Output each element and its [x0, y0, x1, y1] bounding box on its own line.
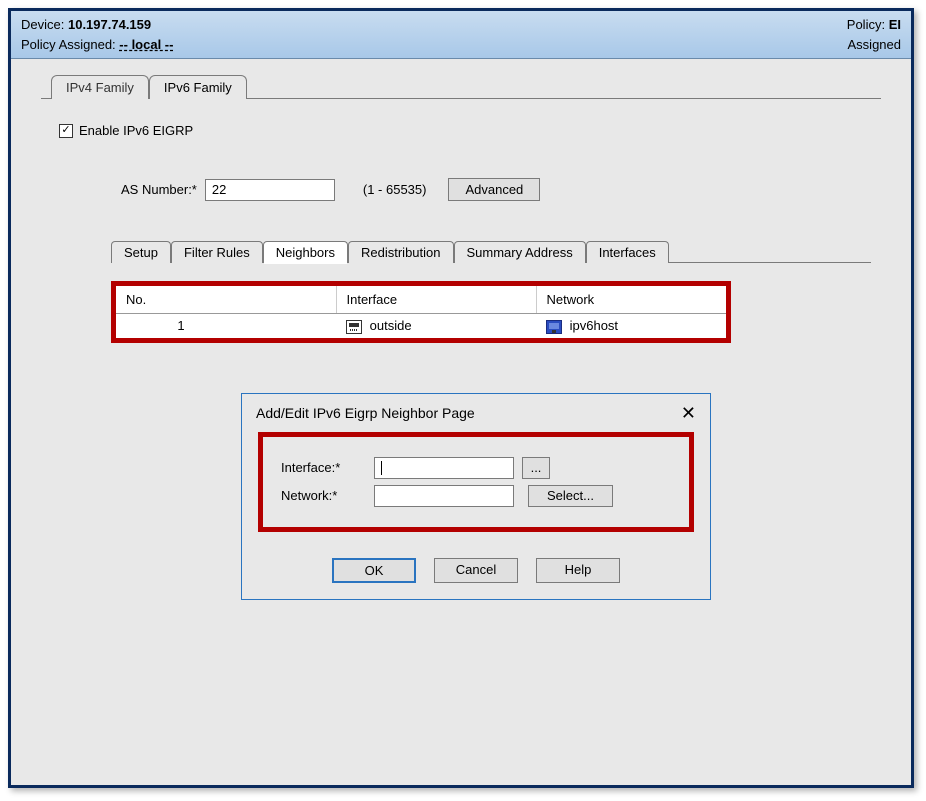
ok-button[interactable]: OK	[332, 558, 416, 583]
dialog-title-text: Add/Edit IPv6 Eigrp Neighbor Page	[256, 405, 475, 421]
device-value: 10.197.74.159	[68, 17, 151, 32]
tab-ipv6-family[interactable]: IPv6 Family	[149, 75, 247, 99]
as-number-input[interactable]	[205, 179, 335, 201]
tab-ipv4-family[interactable]: IPv4 Family	[51, 75, 149, 99]
enable-ipv6-eigrp-checkbox[interactable]: ✓	[59, 124, 73, 138]
inner-tab-setup[interactable]: Setup	[111, 241, 171, 263]
dialog-fields-highlight: Interface:* ... Network:* Select...	[258, 432, 694, 532]
cell-network: ipv6host	[536, 314, 726, 338]
policy-label-right: Policy:	[847, 17, 885, 32]
advanced-button[interactable]: Advanced	[448, 178, 540, 201]
header-right: Policy: EI Assigned	[847, 15, 901, 54]
network-label: Network:*	[281, 488, 366, 503]
network-row: Network:* Select...	[281, 485, 671, 507]
neighbors-table: No. Interface Network 1 outside	[116, 286, 726, 338]
as-number-range: (1 - 65535)	[363, 182, 427, 197]
inner-tab-interfaces[interactable]: Interfaces	[586, 241, 669, 263]
host-icon	[546, 320, 562, 334]
enable-ipv6-eigrp-label: Enable IPv6 EIGRP	[79, 123, 193, 138]
text-caret-icon	[381, 461, 382, 475]
dialog-button-row: OK Cancel Help	[258, 558, 694, 583]
interface-row: Interface:* ...	[281, 457, 671, 479]
inner-tab-filter-rules[interactable]: Filter Rules	[171, 241, 263, 263]
as-number-label: AS Number:*	[121, 182, 197, 197]
dialog-titlebar: Add/Edit IPv6 Eigrp Neighbor Page ✕	[242, 394, 710, 432]
table-row[interactable]: 1 outside ipv6host	[116, 314, 726, 338]
inner-tab-row: Setup Filter Rules Neighbors Redistribut…	[111, 241, 871, 263]
nic-icon	[346, 320, 362, 334]
cell-no: 1	[116, 314, 336, 338]
header-left: Device: 10.197.74.159 Policy Assigned: -…	[21, 15, 173, 54]
neighbors-panel: No. Interface Network 1 outside	[111, 262, 871, 600]
policy-assigned-value[interactable]: -- local --	[119, 37, 173, 52]
policy-assigned-label: Policy Assigned:	[21, 37, 116, 52]
add-edit-neighbor-dialog: Add/Edit IPv6 Eigrp Neighbor Page ✕ Inte…	[241, 393, 711, 600]
body-pane: IPv4 Family IPv6 Family ✓ Enable IPv6 EI…	[11, 59, 911, 783]
help-button[interactable]: Help	[536, 558, 620, 583]
network-select-button[interactable]: Select...	[528, 485, 613, 507]
inner-tab-summary-address[interactable]: Summary Address	[454, 241, 586, 263]
app-window: Device: 10.197.74.159 Policy Assigned: -…	[8, 8, 914, 788]
inner-tab-redistribution[interactable]: Redistribution	[348, 241, 454, 263]
ipv6-family-panel: ✓ Enable IPv6 EIGRP AS Number:* (1 - 655…	[41, 98, 881, 610]
col-header-no[interactable]: No.	[116, 286, 336, 314]
policy-value-right: EI	[889, 17, 901, 32]
col-header-network[interactable]: Network	[536, 286, 726, 314]
cell-network-text: ipv6host	[570, 318, 618, 333]
header-bar: Device: 10.197.74.159 Policy Assigned: -…	[11, 11, 911, 59]
enable-ipv6-eigrp-row: ✓ Enable IPv6 EIGRP	[59, 123, 871, 138]
cell-interface-text: outside	[370, 318, 412, 333]
interface-label: Interface:*	[281, 460, 366, 475]
device-label: Device:	[21, 17, 64, 32]
cell-interface: outside	[336, 314, 536, 338]
neighbors-table-highlight: No. Interface Network 1 outside	[111, 281, 731, 343]
interface-browse-button[interactable]: ...	[522, 457, 550, 479]
col-header-interface[interactable]: Interface	[336, 286, 536, 314]
dialog-body: Interface:* ... Network:* Select...	[242, 432, 710, 599]
close-icon[interactable]: ✕	[681, 404, 696, 422]
as-number-row: AS Number:* (1 - 65535) Advanced	[121, 178, 871, 201]
inner-tab-neighbors[interactable]: Neighbors	[263, 241, 348, 263]
family-tab-row: IPv4 Family IPv6 Family	[51, 75, 881, 99]
network-input[interactable]	[374, 485, 514, 507]
assigned-label-right: Assigned	[848, 37, 901, 52]
interface-input[interactable]	[374, 457, 514, 479]
cancel-button[interactable]: Cancel	[434, 558, 518, 583]
